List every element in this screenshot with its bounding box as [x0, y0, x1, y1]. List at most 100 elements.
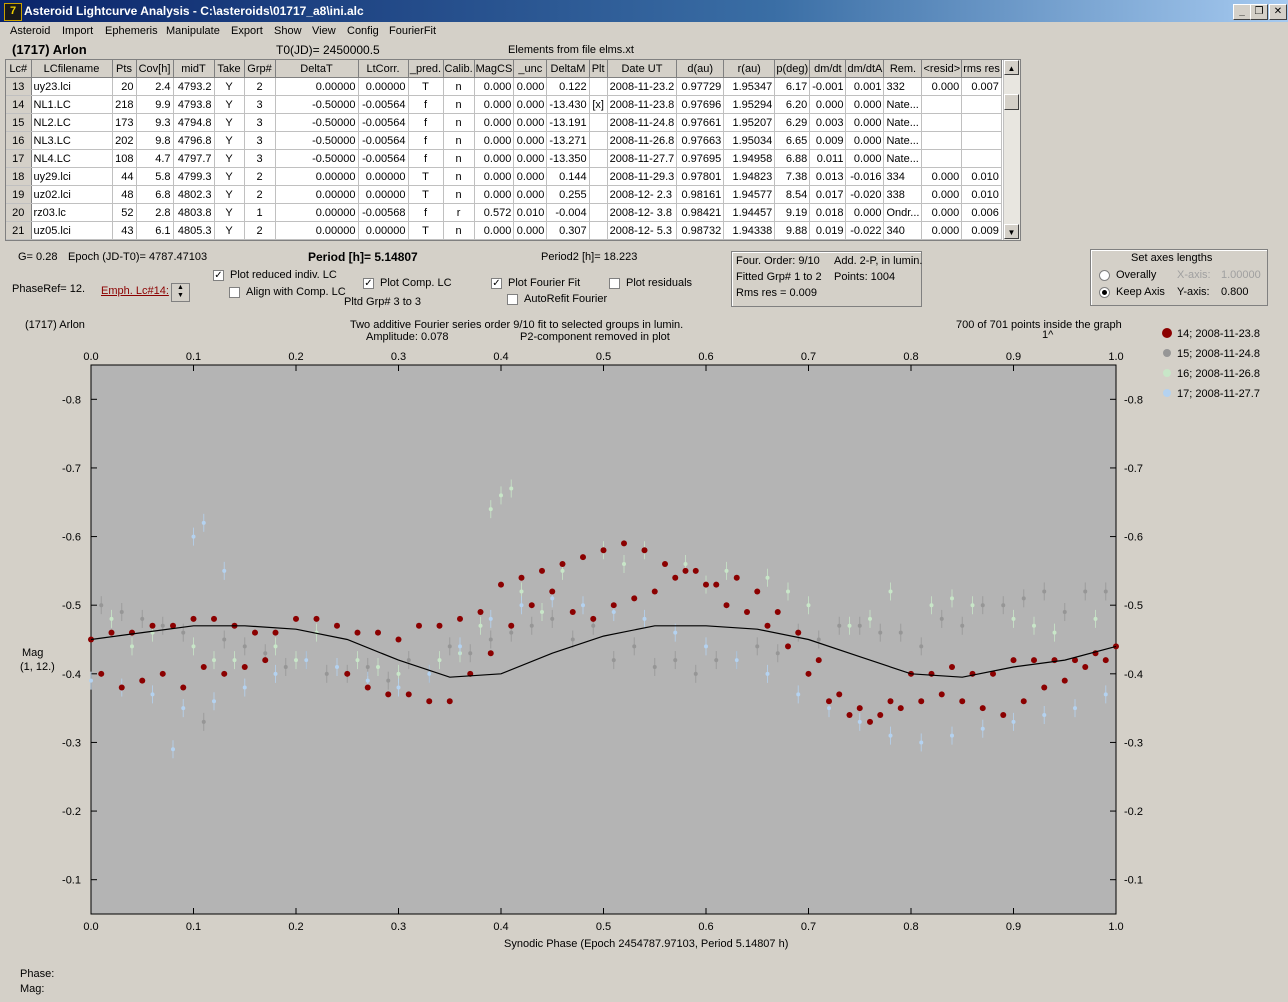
table-cell[interactable]: 4793.2: [173, 77, 215, 96]
table-cell[interactable]: 332: [883, 77, 923, 96]
table-cell[interactable]: 0.97663: [676, 131, 725, 150]
table-cell[interactable]: 4805.3: [173, 221, 215, 240]
table-cell[interactable]: [589, 77, 608, 96]
table-cell[interactable]: 0.000: [474, 131, 515, 150]
row-number[interactable]: 18: [6, 167, 32, 186]
column-header[interactable]: midT: [173, 60, 215, 78]
row-number[interactable]: 16: [6, 131, 32, 150]
table-cell[interactable]: 0.98421: [676, 203, 725, 222]
table-cell[interactable]: 2008-12- 3.8: [607, 203, 678, 222]
table-row[interactable]: 21 uz05.lci 43 6.1 4805.3 Y 2 0.00000 0.00000 Tn 0…: [6, 221, 1002, 240]
table-cell[interactable]: 0.011: [809, 149, 847, 168]
table-cell[interactable]: -13.350: [546, 149, 590, 168]
emph-lc-link[interactable]: Emph. Lc#14:: [101, 285, 169, 297]
table-cell[interactable]: 0.97661: [676, 113, 725, 132]
table-cell[interactable]: T: [408, 77, 444, 96]
table-cell[interactable]: 0.009: [961, 221, 1002, 240]
table-cell[interactable]: Y: [214, 203, 245, 222]
scroll-down-icon[interactable]: ▼: [1004, 224, 1019, 239]
table-cell[interactable]: 4796.8: [173, 131, 215, 150]
table-cell[interactable]: [921, 95, 963, 114]
app-icon[interactable]: 7: [4, 3, 22, 21]
table-cell[interactable]: 0.010: [513, 203, 548, 222]
table-cell[interactable]: Y: [214, 149, 245, 168]
table-cell[interactable]: 9.3: [136, 113, 174, 132]
table-cell[interactable]: 0.000: [474, 77, 515, 96]
column-header[interactable]: <resid>: [921, 60, 963, 78]
column-header[interactable]: LCfilename: [31, 60, 113, 78]
table-cell[interactable]: 0.00000: [358, 167, 409, 186]
table-cell[interactable]: -0.00564: [358, 113, 409, 132]
table-cell[interactable]: uz02.lci: [31, 185, 113, 204]
table-cell[interactable]: 0.000: [921, 221, 963, 240]
table-cell[interactable]: T: [408, 167, 444, 186]
table-cell[interactable]: 0.018: [809, 203, 847, 222]
table-cell[interactable]: 9.88: [774, 221, 811, 240]
table-cell[interactable]: 2008-11-24.8: [607, 113, 678, 132]
table-cell[interactable]: 1.95347: [723, 77, 776, 96]
column-header[interactable]: Grp#: [244, 60, 276, 78]
table-cell[interactable]: -0.50000: [275, 131, 359, 150]
table-cell[interactable]: 52: [112, 203, 137, 222]
row-number[interactable]: 15: [6, 113, 32, 132]
table-cell[interactable]: 108: [112, 149, 137, 168]
table-cell[interactable]: 4797.7: [173, 149, 215, 168]
table-row[interactable]: 20 rz03.lc 52 2.8 4803.8 Y 1 0.00000 -0.00568 f r 0…: [6, 203, 1002, 222]
column-header[interactable]: Rem.: [883, 60, 923, 78]
table-cell[interactable]: 334: [883, 167, 923, 186]
table-cell[interactable]: 0.572: [474, 203, 515, 222]
table-cell[interactable]: n: [443, 77, 475, 96]
menu-ephemeris[interactable]: Ephemeris: [105, 25, 158, 37]
table-row[interactable]: 13 uy23.lci 20 2.4 4793.2 Y 2 0.00000 0.00000 Tn 0…: [6, 77, 1002, 96]
table-cell[interactable]: 0.019: [809, 221, 847, 240]
table-cell[interactable]: [589, 203, 608, 222]
table-cell[interactable]: 0.00000: [358, 221, 409, 240]
table-cell[interactable]: 6.20: [774, 95, 811, 114]
table-cell[interactable]: 0.000: [474, 167, 515, 186]
table-cell[interactable]: 6.65: [774, 131, 811, 150]
table-cell[interactable]: 43: [112, 221, 137, 240]
phaseref-value[interactable]: PhaseRef= 12.: [12, 283, 85, 295]
menu-manipulate[interactable]: Manipulate: [166, 25, 220, 37]
table-cell[interactable]: 6.88: [774, 149, 811, 168]
table-cell[interactable]: NL4.LC: [31, 149, 113, 168]
table-cell[interactable]: 0.000: [809, 95, 847, 114]
table-cell[interactable]: 2008-11-23.2: [607, 77, 678, 96]
column-header[interactable]: MagCS: [474, 60, 515, 78]
table-cell[interactable]: -0.00568: [358, 203, 409, 222]
table-cell[interactable]: 0.97696: [676, 95, 725, 114]
table-cell[interactable]: 44: [112, 167, 137, 186]
column-header[interactable]: DeltaT: [275, 60, 359, 78]
scroll-thumb[interactable]: [1004, 94, 1019, 110]
table-cell[interactable]: 0.000: [845, 203, 885, 222]
table-cell[interactable]: -0.020: [845, 185, 885, 204]
table-cell[interactable]: 1.95034: [723, 131, 776, 150]
table-cell[interactable]: n: [443, 113, 475, 132]
table-cell[interactable]: [921, 131, 963, 150]
table-cell[interactable]: -13.430: [546, 95, 590, 114]
table-cell[interactable]: 0.00000: [358, 185, 409, 204]
row-number[interactable]: 13: [6, 77, 32, 96]
table-row[interactable]: 15 NL2.LC 173 9.3 4794.8 Y 3 -0.50000 -0.00564 f n…: [6, 113, 1002, 132]
table-cell[interactable]: 0.000: [921, 167, 963, 186]
table-cell[interactable]: 0.001: [845, 77, 885, 96]
table-cell[interactable]: 4793.8: [173, 95, 215, 114]
table-cell[interactable]: T: [408, 185, 444, 204]
table-cell[interactable]: 5.8: [136, 167, 174, 186]
table-cell[interactable]: 9.8: [136, 131, 174, 150]
table-cell[interactable]: 0.006: [961, 203, 1002, 222]
table-cell[interactable]: 0.003: [809, 113, 847, 132]
table-scrollbar[interactable]: ▲ ▼: [1003, 60, 1020, 240]
table-cell[interactable]: 20: [112, 77, 137, 96]
table-cell[interactable]: 0.255: [546, 185, 590, 204]
table-cell[interactable]: Y: [214, 77, 245, 96]
column-header[interactable]: _pred.: [408, 60, 444, 78]
plot-canvas[interactable]: 0.0 0.0 0.1 0.1 0.2 0.2 0.3 0.3 0.4 0.4 0.5 0.5 0.6 0…: [17, 313, 1268, 964]
table-cell[interactable]: 0.000: [474, 221, 515, 240]
table-cell[interactable]: 1.94577: [723, 185, 776, 204]
table-cell[interactable]: 0.000: [921, 203, 963, 222]
table-cell[interactable]: 0.98732: [676, 221, 725, 240]
column-header[interactable]: Date UT: [607, 60, 678, 78]
close-button[interactable]: ✕: [1269, 4, 1287, 20]
table-cell[interactable]: Nate...: [883, 113, 923, 132]
